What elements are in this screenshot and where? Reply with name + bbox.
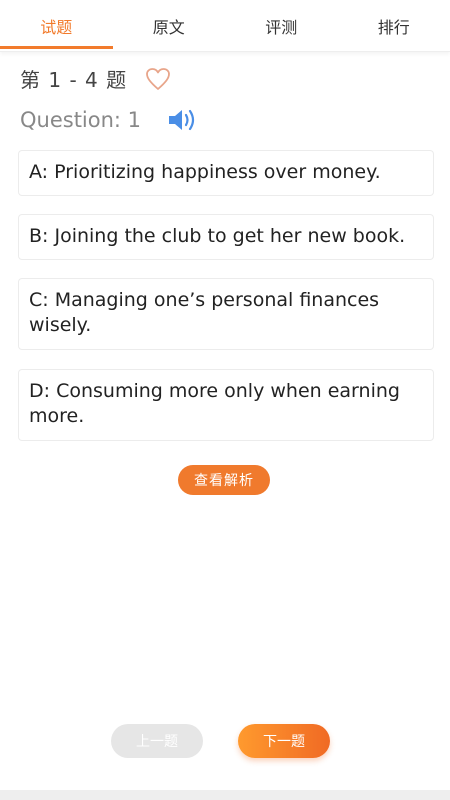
option-a[interactable]: A: Prioritizing happiness over money. [18, 150, 434, 196]
question-range-row: 第 1 - 4 题 [20, 64, 171, 93]
heart-icon[interactable] [145, 67, 171, 91]
option-d[interactable]: D: Consuming more only when earning more… [18, 369, 434, 441]
option-c[interactable]: C: Managing one’s personal finances wise… [18, 278, 434, 350]
option-b[interactable]: B: Joining the club to get her new book. [18, 214, 434, 260]
tab-evaluation[interactable]: 评测 [225, 0, 338, 51]
question-range: 第 1 - 4 题 [20, 68, 128, 92]
speaker-icon[interactable] [167, 106, 199, 134]
next-question-button[interactable]: 下一题 [238, 724, 330, 758]
top-tab-bar: 试题 原文 评测 排行 [0, 0, 450, 52]
question-label-row: Question: 1 [20, 106, 199, 134]
view-analysis-button[interactable]: 查看解析 [178, 465, 270, 495]
previous-question-button[interactable]: 上一题 [111, 724, 203, 758]
page: 试题 原文 评测 排行 第 1 - 4 题 Question: 1 A: Pri… [0, 0, 450, 800]
bottom-bar [0, 790, 450, 800]
tab-original-text[interactable]: 原文 [113, 0, 226, 51]
question-label: Question: 1 [20, 108, 142, 132]
tab-questions[interactable]: 试题 [0, 0, 113, 51]
tab-ranking[interactable]: 排行 [338, 0, 450, 51]
